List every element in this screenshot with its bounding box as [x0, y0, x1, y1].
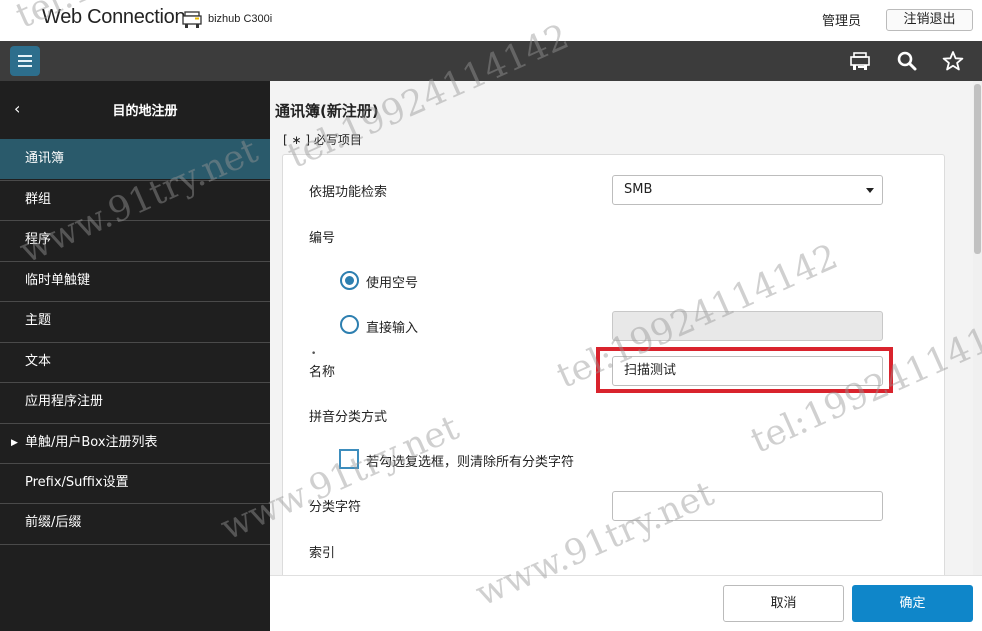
app-logo: Web Connection: [42, 6, 186, 28]
search-function-select[interactable]: SMB: [612, 175, 883, 205]
sidebar-item-group[interactable]: 群组: [0, 180, 270, 220]
sidebar-item-label: Prefix/Suffix设置: [25, 475, 129, 490]
device-model: bizhub C300i: [208, 13, 273, 25]
name-label: 名称: [309, 365, 336, 380]
star-icon[interactable]: [941, 49, 965, 73]
sidebar-item-subject[interactable]: 主题: [0, 301, 270, 341]
required-note: [ ∗ ] 必写项目: [283, 133, 362, 147]
category-char-label: 分类字符: [309, 500, 362, 515]
sidebar-item-label: 主题: [25, 313, 52, 328]
printer-icon[interactable]: [848, 49, 872, 73]
required-mark: •: [311, 349, 317, 359]
sidebar-item-prefix-suffix[interactable]: 前缀/后缀: [0, 503, 270, 545]
sidebar-item-label: 文本: [25, 354, 52, 369]
sidebar-title: 目的地注册: [112, 104, 178, 119]
expand-caret-icon: ▶: [11, 438, 18, 448]
cancel-button[interactable]: 取消: [723, 585, 844, 622]
logout-button[interactable]: 注销退出: [886, 9, 973, 31]
radio-use-empty-label: 使用空号: [366, 276, 419, 291]
sidebar-item-label: 程序: [25, 232, 52, 247]
sidebar-item-label: 单触/用户Box注册列表: [25, 435, 158, 450]
sidebar-item-app-registration[interactable]: 应用程序注册: [0, 382, 270, 422]
page-title: 通讯簿(新注册): [275, 102, 379, 120]
scrollbar[interactable]: [973, 81, 982, 575]
search-icon[interactable]: [895, 49, 919, 73]
number-label: 编号: [309, 231, 336, 246]
radio-selected-dot: [345, 276, 354, 285]
ok-button[interactable]: 确定: [852, 585, 973, 622]
sidebar-item-text[interactable]: 文本: [0, 342, 270, 382]
printer-icon: [182, 11, 202, 28]
index-label: 索引: [309, 546, 336, 561]
radio-direct-input[interactable]: [340, 315, 359, 334]
sidebar-header: ‹ 目的地注册: [0, 81, 270, 139]
scrollbar-thumb[interactable]: [974, 84, 981, 254]
highlight-box: [596, 347, 893, 393]
sidebar-item-label: 通讯簿: [25, 151, 65, 166]
sidebar-item-label: 应用程序注册: [25, 394, 104, 409]
sidebar-item-label: 群组: [25, 192, 52, 207]
radio-direct-input-label: 直接输入: [366, 321, 419, 336]
sidebar-item-address-book[interactable]: 通讯簿: [0, 139, 270, 179]
top-header: Web Connection bizhub C300i 管理员 注销退出: [0, 0, 982, 41]
sidebar-item-prefix-suffix-settings[interactable]: Prefix/Suffix设置: [0, 463, 270, 503]
sidebar-item-box-list[interactable]: ▶ 单触/用户Box注册列表: [0, 423, 270, 463]
sidebar-item-program[interactable]: 程序: [0, 220, 270, 260]
sidebar: ‹ 目的地注册 通讯簿 群组 程序 临时单触键 主题 文本 应用程序注册 ▶ 单触…: [0, 81, 270, 631]
toolbar: [0, 41, 982, 81]
user-role: 管理员: [822, 14, 862, 29]
clear-category-checkbox[interactable]: [339, 449, 359, 469]
sidebar-item-temp-one-touch[interactable]: 临时单触键: [0, 261, 270, 301]
sidebar-item-label: 临时单触键: [25, 273, 91, 288]
main-content: 通讯簿(新注册) [ ∗ ] 必写项目 依据功能检索 SMB 编号 使用空号 直…: [270, 81, 973, 575]
search-function-value: SMB: [624, 182, 653, 197]
chevron-down-icon: [866, 188, 874, 193]
pinyin-label: 拼音分类方式: [309, 410, 388, 425]
menu-icon[interactable]: [10, 46, 40, 76]
clear-category-label: 若勾选复选框，则清除所有分类字符: [366, 455, 575, 470]
footer-bar: 取消 确定: [270, 575, 982, 631]
sidebar-item-label: 前缀/后缀: [25, 515, 82, 530]
search-function-label: 依据功能检索: [309, 185, 388, 200]
direct-number-input[interactable]: [612, 311, 883, 341]
category-char-input[interactable]: [612, 491, 883, 521]
radio-use-empty[interactable]: [340, 271, 359, 290]
